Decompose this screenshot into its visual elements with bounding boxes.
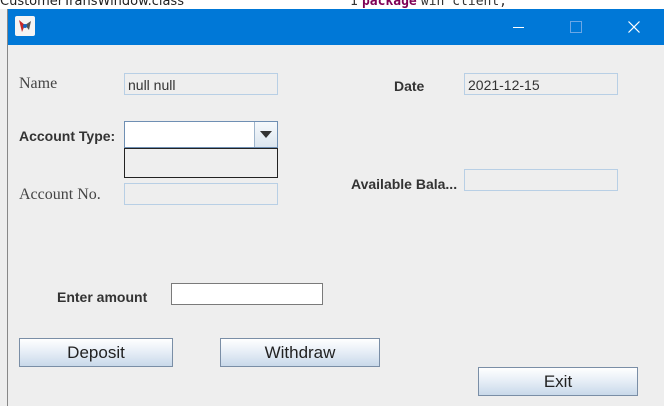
exit-button[interactable]: Exit [478,367,638,396]
title-bar[interactable] [8,9,664,45]
form-panel: Name null null Date 2021-12-15 Account T… [8,45,664,406]
date-label: Date [394,78,425,94]
amount-input[interactable] [171,283,323,305]
available-balance-field[interactable] [464,169,618,191]
minimize-button[interactable] [495,9,541,45]
line-number: 1 [350,0,358,9]
combo-dropdown-button[interactable] [254,122,277,147]
background-editor-strip: CustomerTransWindow.class 1 package win … [0,0,664,9]
code-keyword: package [361,0,417,9]
code-text: win client; [420,0,507,9]
account-type-dropdown-list[interactable] [124,148,278,178]
available-balance-label: Available Bala... [351,176,458,192]
account-no-label: Account No. [19,186,101,203]
enter-amount-label: Enter amount [57,289,148,305]
account-type-combobox[interactable] [124,121,278,148]
withdraw-button[interactable]: Withdraw [220,338,380,367]
date-field[interactable]: 2021-12-15 [464,73,618,95]
close-button[interactable] [611,9,657,45]
deposit-button[interactable]: Deposit [19,338,173,367]
java-app-icon [15,16,35,36]
chevron-down-icon [260,130,272,138]
background-file-tab[interactable]: CustomerTransWindow.class [0,0,184,9]
customer-trans-window: Name null null Date 2021-12-15 Account T… [7,9,664,406]
account-type-label: Account Type: [19,128,116,144]
minimize-icon [512,26,524,28]
account-no-field[interactable] [124,183,278,205]
name-field[interactable]: null null [124,73,278,95]
close-icon [628,21,640,33]
maximize-icon [570,21,582,33]
name-label: Name [19,75,58,92]
maximize-button[interactable] [553,9,599,45]
background-code-line: 1 package win client; [350,0,507,9]
